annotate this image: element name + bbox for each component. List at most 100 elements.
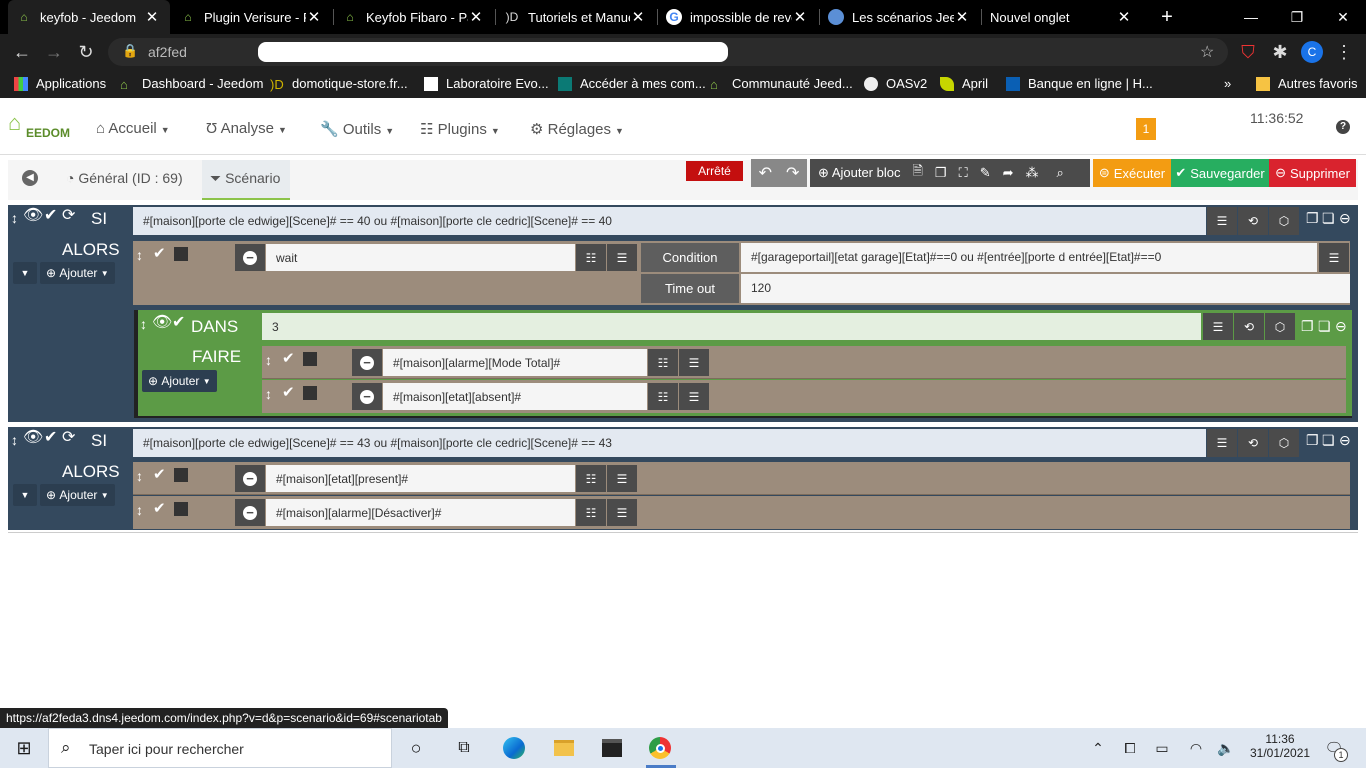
close-tab-icon[interactable]: ✕ [468, 8, 484, 26]
list-icon[interactable]: ☰ [1203, 313, 1233, 340]
list-icon[interactable]: ☰ [607, 244, 637, 271]
drag-handle-icon[interactable]: ↕ [11, 432, 18, 448]
volume-icon[interactable]: 🔈 [1214, 736, 1238, 760]
copy-block-icon[interactable]: ❐ [1306, 432, 1319, 448]
browser-tab-keyfob-jeedom[interactable]: ⌂ keyfob - Jeedom ✕ [8, 0, 170, 34]
close-tab-icon[interactable]: ✕ [954, 8, 970, 26]
back-icon[interactable]: ← [8, 38, 36, 66]
browser-tab-verisure[interactable]: ⌂ Plugin Verisure - P ✕ [172, 0, 332, 34]
close-window-icon[interactable]: ✕ [1320, 0, 1366, 34]
remove-action-button[interactable]: − [235, 244, 265, 271]
ajouter-dropdown[interactable]: ⊕ Ajouter ▼ [40, 484, 115, 506]
profile-avatar[interactable]: C [1298, 38, 1326, 66]
cube-icon[interactable]: ⬡ [1265, 313, 1295, 340]
check-icon[interactable]: ✔ [44, 208, 57, 224]
bookmark-acceder[interactable]: Accéder à mes com... [558, 76, 706, 91]
bookmark-laboratoire[interactable]: Laboratoire Evo... [424, 76, 549, 91]
list-icon[interactable]: ☰ [679, 383, 709, 410]
notification-badge[interactable]: 1 [1136, 118, 1156, 140]
remove-action-button[interactable]: − [352, 383, 382, 410]
jeedom-logo[interactable]: ⌂ EEDOM [8, 110, 78, 142]
faire-ajouter-dropdown[interactable]: ⊕ Ajouter ▼ [142, 370, 217, 392]
list-check-icon[interactable]: ☷ [648, 349, 678, 376]
windows-start-icon[interactable]: ⊞ [12, 736, 36, 760]
edge-icon[interactable] [502, 736, 526, 760]
cube-icon[interactable]: ⬡ [1269, 207, 1299, 235]
cube-icon[interactable]: ⬡ [1269, 429, 1299, 457]
back-arrow-icon[interactable]: ◀ [22, 170, 38, 186]
store-icon[interactable] [600, 736, 624, 760]
copy-block-icon[interactable]: ❐ [1306, 210, 1319, 226]
bookmark-banque[interactable]: Banque en ligne | H... [1006, 76, 1153, 91]
url-input[interactable]: 🔒 af2fed ☆ [108, 38, 1228, 66]
taskbar-clock[interactable]: 11:36 31/01/2021 [1250, 732, 1310, 760]
drag-handle-icon[interactable]: ↕ [265, 352, 272, 368]
action-command-input[interactable]: #[maison][etat][present]# [266, 465, 575, 492]
timeout-input[interactable]: 120 [741, 274, 1350, 303]
close-tab-icon[interactable]: ✕ [1116, 8, 1132, 26]
browser-tab-scenarios[interactable]: Les scénarios Jeed ✕ [820, 0, 980, 34]
remove-action-button[interactable]: − [235, 499, 265, 526]
remove-action-button[interactable]: − [352, 349, 382, 376]
tab-general[interactable]: ◔ Général (ID : 69) [58, 160, 191, 200]
menu-accueil[interactable]: ⌂ Accueil ▼ [96, 120, 170, 137]
list-check-icon[interactable]: ☷ [648, 383, 678, 410]
action-command-input[interactable]: #[maison][alarme][Désactiver]# [266, 499, 575, 526]
wait-condition-input[interactable]: #[garageportail][etat garage][Etat]#==0 … [741, 243, 1317, 272]
redo-icon[interactable]: ↷ [786, 163, 799, 183]
file-explorer-icon[interactable] [552, 736, 576, 760]
browser-tab-new[interactable]: Nouvel onglet ✕ [982, 0, 1142, 34]
close-tab-icon[interactable]: ✕ [630, 8, 646, 26]
enable-checkbox[interactable]: ✔ [153, 467, 169, 483]
edit-icon[interactable]: ✎ [980, 165, 991, 181]
restore-icon[interactable]: ❐ [1274, 0, 1320, 34]
list-icon[interactable]: ☰ [1207, 207, 1237, 235]
bookmark-domotique-store[interactable]: )D domotique-store.fr... [270, 76, 408, 92]
ajouter-dropdown[interactable]: ⊕ Ajouter ▼ [40, 262, 115, 284]
bookmark-communaute[interactable]: ⌂ Communauté Jeed... [710, 76, 853, 92]
list-icon[interactable]: ☰ [607, 499, 637, 526]
copy-block-icon[interactable]: ❐ [1301, 318, 1314, 334]
action-command-input[interactable]: wait [266, 244, 575, 271]
enable-checkbox[interactable]: ✔ [153, 246, 169, 262]
close-tab-icon[interactable]: ✕ [792, 8, 808, 26]
dans-value-input[interactable]: 3 [262, 313, 1201, 340]
bookmark-april[interactable]: April [940, 76, 988, 91]
chrome-icon[interactable] [648, 736, 672, 760]
bookmark-oasv2[interactable]: OASv2 [864, 76, 927, 91]
file-icon[interactable]: 🗎 [912, 162, 922, 184]
share-icon[interactable]: ➦ [1003, 165, 1014, 181]
action-command-input[interactable]: #[maison][etat][absent]# [383, 383, 647, 410]
option-checkbox[interactable] [174, 502, 188, 516]
remove-block-icon[interactable]: ⊖ [1339, 210, 1351, 226]
undo-icon[interactable]: ↶ [759, 163, 772, 183]
delete-button[interactable]: ⊖ Supprimer [1269, 159, 1356, 187]
device-icon[interactable]: ⧠ [1118, 736, 1142, 760]
cortana-icon[interactable]: ○ [404, 736, 428, 760]
minimize-icon[interactable]: — [1228, 0, 1274, 34]
remove-block-icon[interactable]: ⊖ [1335, 318, 1347, 334]
cubes-icon[interactable]: ⁂ [1026, 165, 1039, 181]
copy-icon[interactable]: ❐ [935, 165, 947, 181]
list-check-icon[interactable]: ☷ [576, 244, 606, 271]
eye-icon[interactable]: 👁 [23, 208, 43, 224]
battery-icon[interactable]: ▭ [1150, 736, 1174, 760]
brave-shield-icon[interactable]: ⛉ [1234, 38, 1262, 66]
browser-tab-keyfob-fibaro[interactable]: ⌂ Keyfob Fibaro - Pa ✕ [334, 0, 494, 34]
list-icon[interactable]: ☰ [1319, 243, 1349, 272]
si-condition-input[interactable]: #[maison][porte cle edwige][Scene]# == 4… [133, 429, 1206, 457]
drag-handle-icon[interactable]: ↕ [136, 502, 143, 518]
execute-button[interactable]: ⊜ Exécuter [1093, 159, 1171, 187]
option-checkbox[interactable] [303, 386, 317, 400]
enable-checkbox[interactable]: ✔ [282, 351, 298, 367]
enable-checkbox[interactable]: ✔ [282, 385, 298, 401]
drag-handle-icon[interactable]: ↕ [265, 386, 272, 402]
option-checkbox[interactable] [174, 247, 188, 261]
option-checkbox[interactable] [174, 468, 188, 482]
taskbar-search[interactable]: ⌕ Taper ici pour rechercher [48, 728, 392, 768]
list-icon[interactable]: ☰ [1207, 429, 1237, 457]
list-icon[interactable]: ☰ [607, 465, 637, 492]
bookmark-applications[interactable]: Applications [14, 76, 106, 91]
search-icon[interactable]: ⌕ [1057, 165, 1064, 181]
history-icon[interactable]: ⟲ [1234, 313, 1264, 340]
